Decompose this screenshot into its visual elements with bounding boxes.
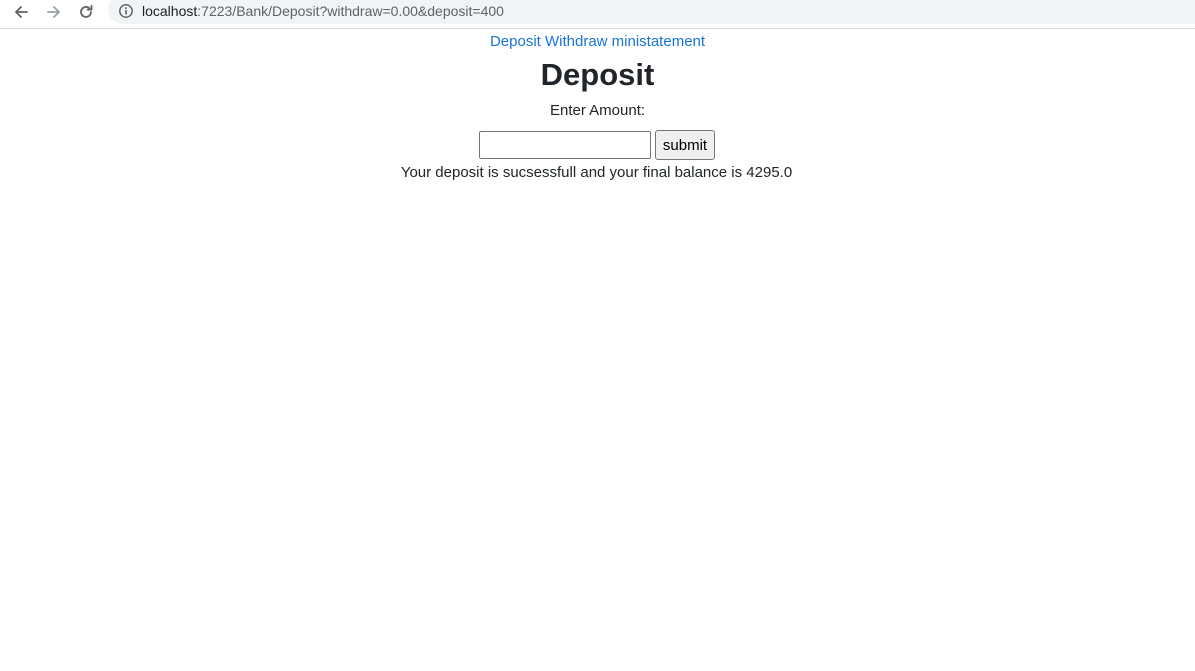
- nav-link-ministatement[interactable]: ministatement: [612, 33, 705, 50]
- nav-links: Deposit Withdraw ministatement: [0, 32, 1195, 52]
- nav-link-deposit[interactable]: Deposit: [490, 33, 541, 50]
- amount-input[interactable]: [478, 131, 651, 159]
- result-message: Your deposit is sucsessfull and your fin…: [400, 164, 793, 181]
- info-icon[interactable]: [118, 3, 134, 19]
- amount-label: Enter Amount:: [549, 102, 646, 119]
- url-path: :7223/Bank/Deposit?withdraw=0.00&deposit…: [197, 3, 504, 19]
- address-bar[interactable]: localhost:7223/Bank/Deposit?withdraw=0.0…: [108, 0, 1195, 24]
- back-arrow-icon: [15, 6, 28, 18]
- back-button[interactable]: [9, 2, 33, 22]
- nav-link-withdraw[interactable]: Withdraw: [545, 33, 608, 50]
- url-text[interactable]: localhost:7223/Bank/Deposit?withdraw=0.0…: [142, 3, 504, 19]
- forward-arrow-icon: [47, 6, 60, 18]
- page-content: Deposit Withdraw ministatement Deposit E…: [0, 29, 1195, 183]
- url-host: localhost: [142, 3, 198, 19]
- submit-button[interactable]: submit: [654, 130, 716, 160]
- browser-toolbar: localhost:7223/Bank/Deposit?withdraw=0.0…: [0, 0, 1195, 29]
- reload-button[interactable]: [74, 2, 98, 22]
- page-title: Deposit: [540, 57, 655, 92]
- reload-icon: [80, 4, 93, 18]
- deposit-form: submit: [0, 129, 1195, 161]
- forward-button[interactable]: [42, 2, 66, 22]
